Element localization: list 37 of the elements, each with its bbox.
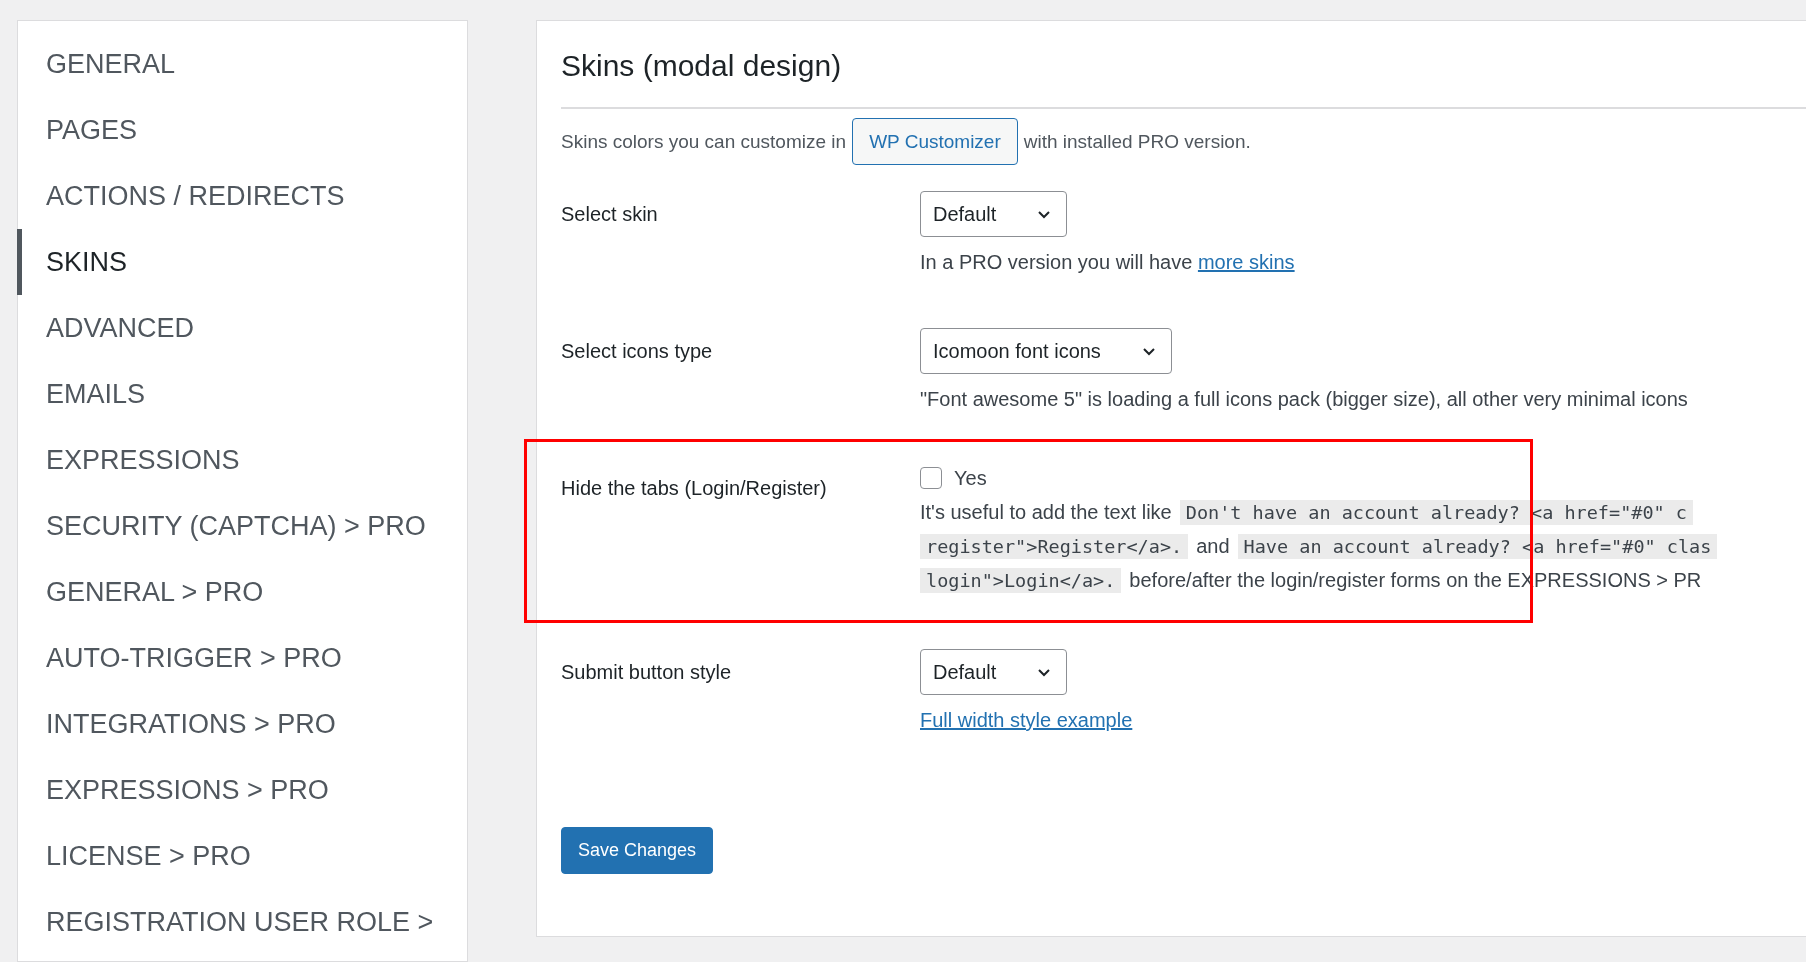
save-button[interactable]: Save Changes <box>561 827 714 874</box>
help-text: "Font awesome 5" is loading a full icons pack (bigger size), all other very minimal icons <box>920 388 1688 410</box>
intro-text: Skins colors you can customize in <box>561 130 847 153</box>
sidebar-item[interactable]: ADVANCED <box>17 295 467 361</box>
link[interactable]: Full width style example <box>920 709 1133 731</box>
dropdown[interactable]: Default <box>920 649 1068 695</box>
sidebar-item[interactable]: SECURITY (CAPTCHA) > PRO <box>17 493 467 559</box>
sidebar-item[interactable]: SKINS <box>17 229 467 295</box>
sidebar-item[interactable]: AUTO-TRIGGER > PRO <box>17 625 467 691</box>
intro-text: with installed PRO version. <box>1023 130 1251 153</box>
sidebar-item[interactable]: GENERAL > PRO <box>17 559 467 625</box>
help-text: It's useful to add the text like <box>920 500 1172 524</box>
field-label: Select icons type <box>561 339 714 364</box>
sidebar-item[interactable]: EXPRESSIONS <box>17 427 467 493</box>
sidebar-item[interactable]: ACTIONS / REDIRECTS <box>17 163 467 229</box>
sidebar-item[interactable]: LICENSE > PRO <box>17 823 467 889</box>
code-snippet: Don't have an account already? <a href="#0" c <box>1179 499 1693 525</box>
field-label: Submit button style <box>561 660 733 685</box>
link[interactable]: more skins <box>1197 251 1295 273</box>
code-snippet: register">Register</a>. <box>920 533 1189 559</box>
sidebar-item[interactable]: EMAILS <box>17 361 467 427</box>
field-label: Select skin <box>561 202 659 227</box>
sidebar-item[interactable]: INTEGRATIONS > PRO <box>17 691 467 757</box>
section-title: Skins (modal design) <box>561 48 843 84</box>
code-snippet: login">Login</a>. <box>920 567 1122 593</box>
sidebar-item[interactable]: REGISTRATION USER ROLE > <box>17 889 467 955</box>
sidebar-item[interactable]: EXPRESSIONS > PRO <box>17 757 467 823</box>
dropdown[interactable]: Default <box>920 191 1068 237</box>
help-text: and <box>1196 534 1230 558</box>
field-label: Hide the tabs (Login/Register) <box>561 476 828 501</box>
help-text: In a PRO version you will have more skins <box>920 251 1295 273</box>
checkbox[interactable] <box>920 467 942 489</box>
checkbox-label: Yes <box>954 466 987 490</box>
dropdown[interactable]: Icomoon font icons <box>920 328 1172 374</box>
sidebar-item[interactable]: PAGES <box>17 97 467 163</box>
customizer-button[interactable]: WP Customizer <box>852 118 1018 165</box>
sidebar-item[interactable]: GENERAL <box>17 31 467 97</box>
